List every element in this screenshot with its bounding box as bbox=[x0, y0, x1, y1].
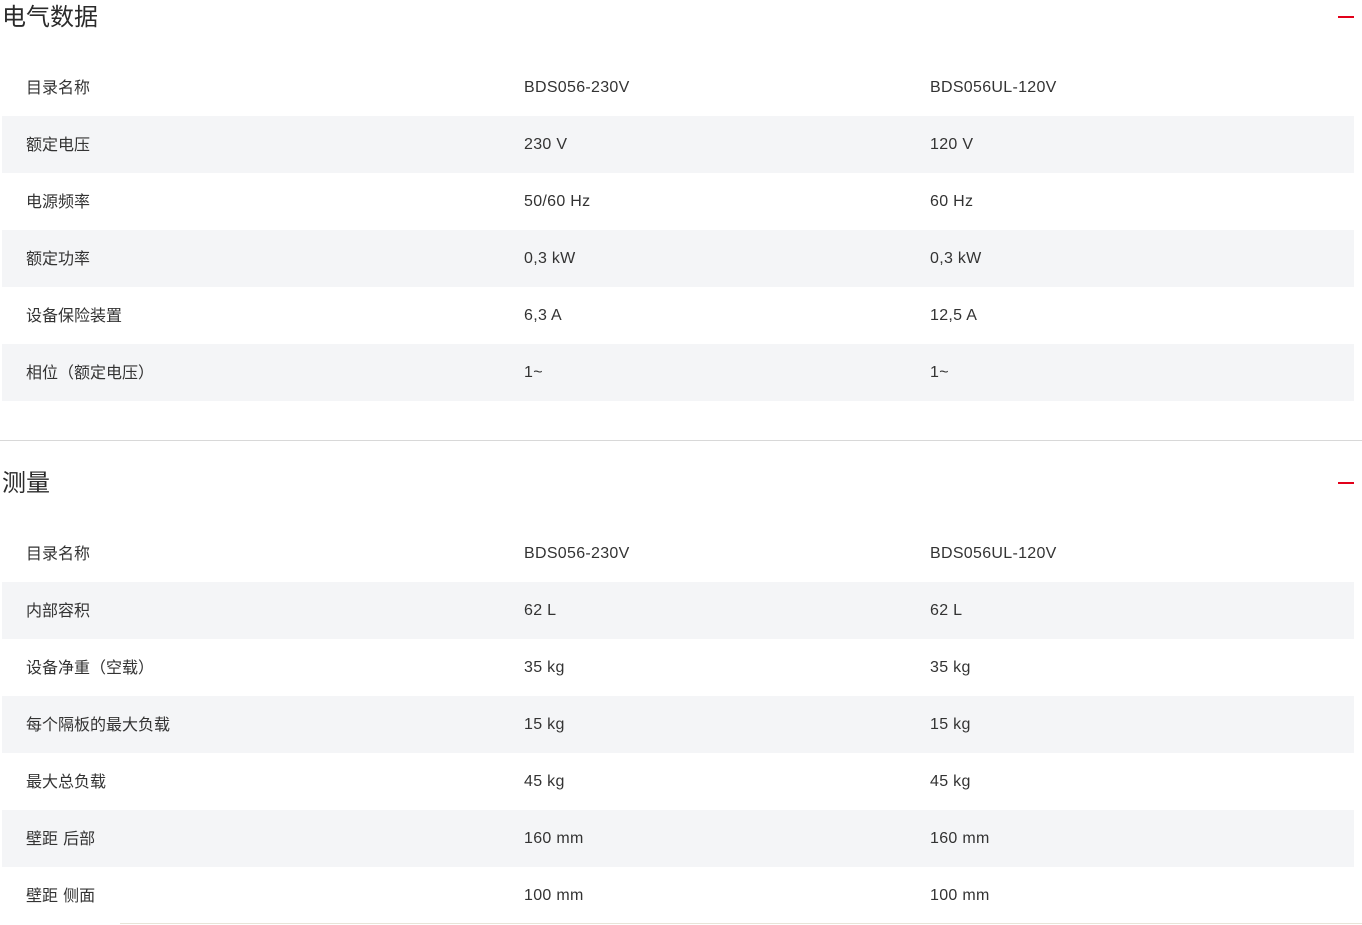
row-label: 目录名称 bbox=[26, 544, 91, 563]
row-value-230v: BDS056-230V bbox=[524, 545, 630, 562]
row-label: 内部容积 bbox=[26, 601, 91, 620]
row-value-120v: BDS056UL-120V bbox=[930, 545, 1057, 562]
row-value-230v: 230 V bbox=[524, 136, 568, 153]
row-value-120v: 100 mm bbox=[930, 887, 990, 904]
row-label: 目录名称 bbox=[26, 78, 91, 97]
collapse-minus-icon[interactable] bbox=[1338, 476, 1354, 490]
row-label: 额定电压 bbox=[26, 135, 91, 154]
section-header[interactable]: 测量 bbox=[0, 466, 1362, 514]
collapse-minus-icon[interactable] bbox=[1338, 10, 1354, 24]
spec-table: 目录名称 BDS056-230V BDS056UL-120V 额定电压 230 … bbox=[2, 59, 1354, 401]
section-divider bbox=[0, 440, 1362, 441]
minus-icon bbox=[1338, 16, 1354, 18]
table-row: 目录名称 BDS056-230V BDS056UL-120V bbox=[2, 525, 1354, 582]
row-label: 最大总负载 bbox=[26, 772, 107, 791]
row-value-230v: 62 L bbox=[524, 602, 557, 619]
table-row: 壁距 后部 160 mm 160 mm bbox=[2, 810, 1354, 867]
table-row: 设备保险装置 6,3 A 12,5 A bbox=[2, 287, 1354, 344]
table-row: 目录名称 BDS056-230V BDS056UL-120V bbox=[2, 59, 1354, 116]
section-header[interactable]: 电气数据 bbox=[0, 0, 1362, 48]
table-row: 内部容积 62 L 62 L bbox=[2, 582, 1354, 639]
row-value-230v: 0,3 kW bbox=[524, 250, 576, 267]
minus-icon bbox=[1338, 482, 1354, 484]
row-value-230v: 6,3 A bbox=[524, 307, 562, 324]
row-value-120v: 60 Hz bbox=[930, 193, 974, 210]
row-value-120v: 45 kg bbox=[930, 773, 971, 790]
row-value-230v: 160 mm bbox=[524, 830, 584, 847]
table-row: 设备净重（空载） 35 kg 35 kg bbox=[2, 639, 1354, 696]
row-value-230v: 50/60 Hz bbox=[524, 193, 591, 210]
row-value-230v: BDS056-230V bbox=[524, 79, 630, 96]
table-row: 最大总负载 45 kg 45 kg bbox=[2, 753, 1354, 810]
row-value-120v: 12,5 A bbox=[930, 307, 978, 324]
row-value-120v: 0,3 kW bbox=[930, 250, 982, 267]
row-value-230v: 15 kg bbox=[524, 716, 565, 733]
row-value-120v: 1~ bbox=[930, 364, 949, 381]
bottom-divider bbox=[120, 923, 1362, 924]
row-value-230v: 100 mm bbox=[524, 887, 584, 904]
table-row: 每个隔板的最大负载 15 kg 15 kg bbox=[2, 696, 1354, 753]
row-value-120v: BDS056UL-120V bbox=[930, 79, 1057, 96]
table-row: 额定电压 230 V 120 V bbox=[2, 116, 1354, 173]
row-label: 相位（额定电压） bbox=[26, 363, 155, 382]
row-value-230v: 35 kg bbox=[524, 659, 565, 676]
section-electrical-data: 电气数据 目录名称 BDS056-230V BDS056UL-120V 额定电压… bbox=[0, 0, 1362, 401]
table-row: 壁距 侧面 100 mm 100 mm bbox=[2, 867, 1354, 924]
row-label: 壁距 后部 bbox=[26, 829, 96, 848]
row-value-120v: 160 mm bbox=[930, 830, 990, 847]
row-value-230v: 1~ bbox=[524, 364, 543, 381]
table-row: 相位（额定电压） 1~ 1~ bbox=[2, 344, 1354, 401]
row-value-230v: 45 kg bbox=[524, 773, 565, 790]
row-value-120v: 120 V bbox=[930, 136, 974, 153]
row-label: 设备净重（空载） bbox=[26, 658, 155, 677]
row-label: 每个隔板的最大负载 bbox=[26, 715, 171, 734]
row-value-120v: 15 kg bbox=[930, 716, 971, 733]
section-title: 电气数据 bbox=[2, 3, 98, 31]
row-label: 设备保险装置 bbox=[26, 306, 123, 325]
spec-table: 目录名称 BDS056-230V BDS056UL-120V 内部容积 62 L… bbox=[2, 525, 1354, 924]
section-title: 测量 bbox=[2, 469, 50, 497]
row-label: 电源频率 bbox=[26, 192, 91, 211]
row-label: 额定功率 bbox=[26, 249, 91, 268]
table-row: 电源频率 50/60 Hz 60 Hz bbox=[2, 173, 1354, 230]
table-row: 额定功率 0,3 kW 0,3 kW bbox=[2, 230, 1354, 287]
row-value-120v: 35 kg bbox=[930, 659, 971, 676]
section-measurements: 测量 目录名称 BDS056-230V BDS056UL-120V 内部容积 6… bbox=[0, 466, 1362, 905]
row-value-120v: 62 L bbox=[930, 602, 963, 619]
row-label: 壁距 侧面 bbox=[26, 886, 96, 905]
